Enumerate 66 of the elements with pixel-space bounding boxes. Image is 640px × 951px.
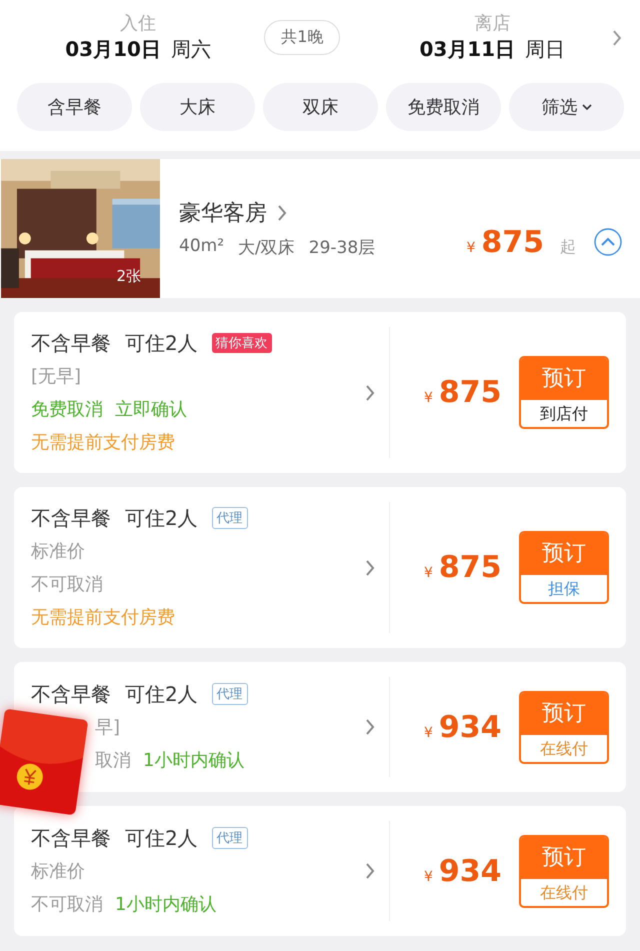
checkout-date[interactable]: 03月11日 bbox=[419, 36, 516, 63]
occupancy: 可住2人 bbox=[125, 825, 198, 852]
occupancy: 可住2人 bbox=[125, 330, 198, 357]
meal-plan: 不含早餐 bbox=[31, 330, 111, 357]
offer-card[interactable]: 不含早餐 可住2人 代理 早] 取消 1小时内确认 ¥ 934 预订 在线付 bbox=[14, 662, 626, 792]
chevron-right-icon bbox=[365, 862, 375, 880]
checkin-label: 入住 bbox=[120, 12, 156, 36]
offer-card[interactable]: 不含早餐 可住2人 代理 标准价 不可取消 无需提前支付房费 ¥ 875 预订 担保 bbox=[14, 487, 626, 648]
currency-sign: ¥ bbox=[466, 240, 476, 256]
room-price: 875 bbox=[481, 225, 544, 260]
currency-sign: ¥ bbox=[424, 565, 433, 581]
currency-sign: ¥ bbox=[424, 868, 433, 884]
tag-label: 猜你喜欢 bbox=[212, 333, 272, 353]
caret-down-icon bbox=[582, 104, 592, 110]
policy-text: 无需提前支付房费 bbox=[31, 431, 175, 455]
chevron-right-icon bbox=[365, 718, 375, 736]
filter-chip[interactable]: 筛选 bbox=[509, 83, 624, 131]
offer-price: 934 bbox=[438, 854, 502, 888]
policy-text: 不可取消 bbox=[31, 573, 103, 597]
occupancy: 可住2人 bbox=[125, 681, 198, 708]
policy-text: [无早] bbox=[31, 365, 82, 389]
offer-price: 934 bbox=[438, 710, 502, 744]
meal-plan: 不含早餐 bbox=[31, 681, 111, 708]
chevron-right-icon bbox=[365, 384, 375, 402]
checkin-weekday: 周六 bbox=[170, 36, 211, 63]
policy-text: 免费取消 bbox=[31, 398, 103, 422]
policy-text: 早] bbox=[95, 716, 120, 740]
price-suffix: 起 bbox=[560, 237, 576, 258]
policy-text: 标准价 bbox=[31, 540, 85, 564]
policy-text: 不可取消 bbox=[31, 893, 103, 917]
book-button[interactable]: 预订 到店付 bbox=[519, 356, 609, 429]
policy-text: 1小时内确认 bbox=[143, 749, 244, 773]
currency-sign: ¥ bbox=[424, 390, 433, 406]
photo-count: 2张 bbox=[116, 267, 141, 286]
meal-plan: 不含早餐 bbox=[31, 505, 111, 532]
room-area: 40m² bbox=[179, 236, 224, 259]
currency-sign: ¥ bbox=[424, 724, 433, 740]
meal-plan: 不含早餐 bbox=[31, 825, 111, 852]
offer-price: 875 bbox=[438, 375, 502, 410]
chevron-right-icon bbox=[365, 558, 375, 576]
policy-text: 无需提前支付房费 bbox=[31, 606, 175, 630]
policy-text: 1小时内确认 bbox=[115, 893, 216, 917]
tag-label: 代理 bbox=[212, 827, 248, 849]
tag-label: 代理 bbox=[212, 683, 248, 705]
checkin-date[interactable]: 03月10日 bbox=[65, 36, 161, 63]
checkout-weekday: 周日 bbox=[525, 36, 566, 63]
offer-price: 875 bbox=[438, 550, 502, 585]
filter-chip[interactable]: 免费取消 bbox=[386, 83, 501, 131]
nights-pill: 共1晚 bbox=[264, 20, 340, 55]
tag-label: 代理 bbox=[212, 507, 248, 529]
room-name[interactable]: 豪华客房 bbox=[179, 198, 267, 228]
bed-type: 大/双床 bbox=[238, 237, 295, 259]
filter-chip[interactable]: 双床 bbox=[263, 83, 378, 131]
offer-card[interactable]: 不含早餐 可住2人 猜你喜欢 [无早] 免费取消 立即确认 无需提前支付房费 ¥ 875 预订 到店付 bbox=[14, 312, 626, 473]
policy-text: 取消 bbox=[95, 749, 131, 773]
occupancy: 可住2人 bbox=[125, 505, 198, 532]
chevron-right-icon bbox=[277, 204, 287, 222]
policy-text: 立即确认 bbox=[115, 398, 187, 422]
offer-card[interactable]: 不含早餐 可住2人 代理 标准价 不可取消 1小时内确认 ¥ 934 预订 在线付 bbox=[14, 806, 626, 936]
filter-chip[interactable]: 大床 bbox=[140, 83, 255, 131]
collapse-icon[interactable] bbox=[594, 228, 622, 256]
chevron-right-icon[interactable] bbox=[612, 28, 622, 46]
floor-range: 29-38层 bbox=[308, 237, 376, 259]
checkout-label: 离店 bbox=[474, 12, 510, 36]
policy-text: 标准价 bbox=[31, 860, 85, 884]
filter-chip[interactable]: 含早餐 bbox=[17, 83, 132, 131]
